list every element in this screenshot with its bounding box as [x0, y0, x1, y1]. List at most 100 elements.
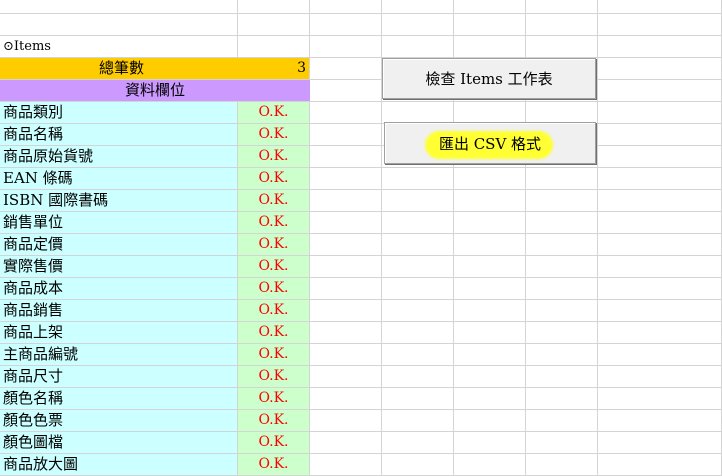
check-items-button[interactable]: 檢查 Items 工作表 — [382, 58, 596, 99]
cell[interactable] — [310, 102, 382, 124]
field-name[interactable]: 實際售價 — [0, 256, 238, 278]
field-status[interactable]: O.K. — [238, 432, 310, 454]
cell[interactable] — [526, 0, 598, 14]
field-name[interactable]: 商品原始貨號 — [0, 146, 238, 168]
cell[interactable] — [526, 388, 598, 410]
field-status[interactable]: O.K. — [238, 234, 310, 256]
field-name[interactable]: ISBN 國際書碼 — [0, 190, 238, 212]
field-name[interactable]: 商品銷售 — [0, 300, 238, 322]
total-label[interactable]: 總筆數 — [0, 58, 238, 80]
cell[interactable] — [598, 58, 722, 80]
field-status[interactable]: O.K. — [238, 278, 310, 300]
cell[interactable] — [310, 80, 382, 102]
cell[interactable] — [526, 168, 598, 190]
cell[interactable] — [310, 322, 382, 344]
cell[interactable] — [454, 36, 526, 58]
cell[interactable] — [454, 168, 526, 190]
cell[interactable] — [598, 432, 722, 454]
cell[interactable] — [526, 234, 598, 256]
field-name[interactable]: 商品尺寸 — [0, 366, 238, 388]
field-name[interactable]: EAN 條碼 — [0, 168, 238, 190]
cell[interactable] — [598, 454, 722, 476]
cell[interactable] — [454, 454, 526, 476]
cell[interactable] — [382, 366, 454, 388]
field-status[interactable]: O.K. — [238, 146, 310, 168]
cell[interactable] — [310, 212, 382, 234]
cell[interactable] — [598, 146, 722, 168]
cell[interactable] — [310, 190, 382, 212]
cell[interactable] — [454, 256, 526, 278]
cell[interactable] — [382, 410, 454, 432]
cell[interactable] — [382, 454, 454, 476]
export-csv-button[interactable]: 匯出 CSV 格式 — [384, 122, 596, 164]
cell[interactable] — [310, 58, 382, 80]
cell[interactable] — [598, 344, 722, 366]
field-status[interactable]: O.K. — [238, 102, 310, 124]
field-name[interactable]: 主商品編號 — [0, 344, 238, 366]
cell[interactable] — [526, 300, 598, 322]
cell[interactable] — [310, 432, 382, 454]
cell[interactable] — [310, 388, 382, 410]
field-status[interactable]: O.K. — [238, 322, 310, 344]
cell[interactable] — [526, 322, 598, 344]
field-name[interactable]: 商品類別 — [0, 102, 238, 124]
cell[interactable] — [0, 0, 238, 14]
cell[interactable] — [310, 124, 382, 146]
cell[interactable] — [454, 14, 526, 36]
cell[interactable] — [310, 454, 382, 476]
cell[interactable] — [382, 190, 454, 212]
cell[interactable] — [454, 234, 526, 256]
field-status[interactable]: O.K. — [238, 212, 310, 234]
cell[interactable] — [382, 388, 454, 410]
cell[interactable] — [0, 14, 238, 36]
cell[interactable] — [382, 432, 454, 454]
cell[interactable] — [598, 388, 722, 410]
field-name[interactable]: 商品放大圖 — [0, 454, 238, 476]
cell[interactable] — [526, 410, 598, 432]
cell[interactable] — [526, 14, 598, 36]
total-count[interactable]: 3 — [238, 58, 310, 80]
cell[interactable] — [382, 300, 454, 322]
field-name[interactable]: 商品成本 — [0, 278, 238, 300]
cell[interactable] — [382, 344, 454, 366]
cell[interactable] — [454, 0, 526, 14]
cell[interactable] — [382, 278, 454, 300]
cell[interactable] — [310, 234, 382, 256]
cell[interactable] — [310, 36, 382, 58]
cell[interactable] — [598, 278, 722, 300]
cell[interactable] — [598, 410, 722, 432]
cell[interactable] — [238, 0, 310, 14]
cell[interactable] — [382, 14, 454, 36]
cell[interactable] — [310, 278, 382, 300]
cell[interactable] — [454, 300, 526, 322]
cell[interactable] — [382, 102, 454, 124]
field-status[interactable]: O.K. — [238, 454, 310, 476]
cell[interactable] — [310, 410, 382, 432]
cell[interactable] — [310, 366, 382, 388]
cell[interactable] — [454, 432, 526, 454]
cell[interactable] — [382, 256, 454, 278]
cell[interactable] — [454, 344, 526, 366]
cell[interactable] — [598, 234, 722, 256]
cell[interactable] — [310, 0, 382, 14]
cell[interactable] — [310, 168, 382, 190]
cell[interactable] — [454, 102, 526, 124]
field-name[interactable]: 顏色圖檔 — [0, 432, 238, 454]
cell[interactable] — [310, 344, 382, 366]
cell[interactable] — [598, 190, 722, 212]
cell[interactable] — [526, 212, 598, 234]
field-status[interactable]: O.K. — [238, 300, 310, 322]
field-name[interactable]: 商品名稱 — [0, 124, 238, 146]
field-name[interactable]: 商品上架 — [0, 322, 238, 344]
cell[interactable] — [238, 36, 310, 58]
cell[interactable] — [598, 14, 722, 36]
cell[interactable] — [454, 322, 526, 344]
cell[interactable] — [454, 410, 526, 432]
cell[interactable] — [454, 278, 526, 300]
cell[interactable] — [526, 278, 598, 300]
field-name[interactable]: 商品定價 — [0, 234, 238, 256]
cell[interactable] — [598, 168, 722, 190]
cell[interactable] — [310, 300, 382, 322]
cell[interactable] — [598, 124, 722, 146]
field-name[interactable]: 銷售單位 — [0, 212, 238, 234]
